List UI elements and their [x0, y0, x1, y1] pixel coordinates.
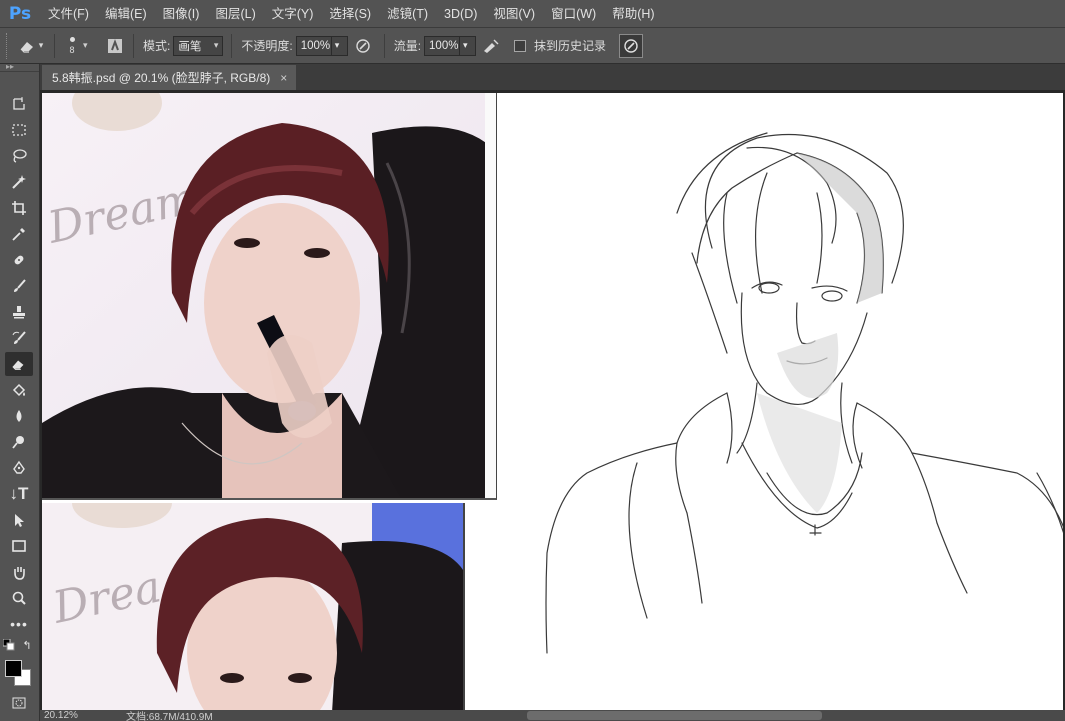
blur-tool-icon[interactable]: [5, 404, 33, 428]
mode-value: 画笔: [178, 40, 202, 53]
pressure-opacity-icon[interactable]: [348, 38, 378, 54]
horizontal-scrollbar-thumb[interactable]: [527, 711, 822, 720]
type-tool-glyph: ↓T: [9, 484, 29, 503]
options-bar: ▾ 8 ▾ 模式: 画笔 ▾ 不透明度: 100% ▾ 流量: 100% ▾ 抹…: [0, 28, 1065, 64]
history-brush-tool-icon[interactable]: [5, 326, 33, 350]
move-tool-icon[interactable]: [5, 92, 33, 116]
marquee-tool-icon[interactable]: [5, 118, 33, 142]
menu-file[interactable]: 文件(F): [40, 0, 97, 28]
menu-select[interactable]: 选择(S): [321, 0, 379, 28]
flow-label: 流量:: [393, 39, 422, 53]
flow-dropdown[interactable]: ▾: [460, 35, 477, 56]
hand-tool-icon[interactable]: [5, 560, 33, 584]
separator: [54, 33, 55, 58]
menu-view[interactable]: 视图(V): [485, 0, 543, 28]
document-tab-title: 5.8韩振.psd @ 20.1% (脸型脖子, RGB/8): [52, 71, 271, 85]
document-tab[interactable]: 5.8韩振.psd @ 20.1% (脸型脖子, RGB/8) ×: [42, 65, 296, 90]
paint-bucket-tool-icon[interactable]: [5, 378, 33, 402]
swap-glyph: ↰: [22, 639, 32, 652]
close-icon[interactable]: ×: [280, 71, 287, 85]
brush-size-value: 8: [69, 44, 75, 55]
magic-wand-tool-icon[interactable]: [5, 170, 33, 194]
status-bar: 20.12% 文档:68.7M/410.9M: [40, 710, 1065, 721]
brush-tool-icon[interactable]: [5, 274, 33, 298]
pen-tool-icon[interactable]: [5, 456, 33, 480]
opacity-value: 100%: [300, 39, 331, 52]
document-tab-bar: 5.8韩振.psd @ 20.1% (脸型脖子, RGB/8) ×: [40, 64, 1065, 90]
ellipsis-glyph: •••: [10, 616, 28, 632]
canvas-area: Dream Drea: [40, 90, 1065, 710]
flow-input[interactable]: 100%: [424, 35, 461, 56]
foreground-color-swatch[interactable]: [5, 660, 22, 677]
path-selection-tool-icon[interactable]: [5, 508, 33, 532]
eraser-tool-icon[interactable]: [5, 352, 33, 376]
options-grip[interactable]: [6, 32, 14, 59]
more-tools-icon[interactable]: •••: [5, 612, 33, 636]
erase-to-history-checkbox[interactable]: [514, 39, 527, 52]
eraser-tool-preset-icon[interactable]: ▾: [14, 39, 48, 53]
zoom-tool-icon[interactable]: [5, 586, 33, 610]
opacity-input[interactable]: 100%: [295, 35, 332, 56]
tools-panel: ▸▸ ↓T ••• ↰: [0, 63, 40, 721]
default-colors-icon[interactable]: [2, 638, 16, 652]
eyedropper-tool-icon[interactable]: [5, 222, 33, 246]
mode-label: 模式:: [143, 39, 171, 53]
app-logo[interactable]: Ps: [0, 0, 40, 28]
pressure-size-button[interactable]: [619, 33, 644, 58]
mode-select[interactable]: 画笔 ▾: [173, 35, 224, 56]
menu-filter[interactable]: 滤镜(T): [379, 0, 436, 28]
crop-tool-icon[interactable]: [5, 196, 33, 220]
quick-mask-icon[interactable]: [5, 694, 33, 712]
type-tool-icon[interactable]: ↓T: [5, 482, 33, 506]
pressure-size-icon: [624, 38, 638, 53]
rectangle-tool-icon[interactable]: [5, 534, 33, 558]
zoom-level[interactable]: 20.12%: [44, 710, 122, 721]
menu-layer[interactable]: 图层(L): [207, 0, 263, 28]
menu-type[interactable]: 文字(Y): [264, 0, 322, 28]
menu-edit[interactable]: 编辑(E): [97, 0, 155, 28]
lasso-tool-icon[interactable]: [5, 144, 33, 168]
tools-grip[interactable]: ▸▸: [0, 63, 39, 72]
document-canvas[interactable]: Dream Drea: [42, 93, 1063, 710]
healing-brush-tool-icon[interactable]: [5, 248, 33, 272]
opacity-label: 不透明度:: [241, 39, 293, 53]
reference-photo-top: Dream: [42, 93, 497, 500]
chevron-down-icon: ▾: [334, 40, 340, 50]
flow-value: 100%: [429, 39, 459, 52]
brush-dot-icon: [69, 36, 75, 42]
menu-bar: Ps 文件(F) 编辑(E) 图像(I) 图层(L) 文字(Y) 选择(S) 滤…: [0, 0, 1065, 28]
reference-photo-bottom: Drea: [42, 503, 465, 710]
separator: [133, 33, 134, 58]
menu-image[interactable]: 图像(I): [155, 0, 208, 28]
separator: [383, 33, 385, 58]
chevron-down-icon: ▾: [83, 40, 88, 50]
dodge-tool-icon[interactable]: [5, 430, 33, 454]
chevron-down-icon: ▾: [463, 40, 468, 50]
sketch-layer: [545, 132, 1063, 654]
airbrush-icon[interactable]: [476, 38, 506, 54]
menu-help[interactable]: 帮助(H): [604, 0, 662, 28]
opacity-dropdown[interactable]: ▾: [331, 35, 348, 56]
stamp-tool-icon[interactable]: [5, 300, 33, 324]
brush-panel-toggle-icon[interactable]: [103, 38, 127, 54]
swap-colors-icon[interactable]: ↰: [20, 638, 34, 652]
document-size-info[interactable]: 文档:68.7M/410.9M: [126, 710, 213, 721]
chevron-down-icon: ▾: [213, 40, 219, 50]
brush-size-picker[interactable]: 8 ▾: [61, 36, 103, 55]
erase-to-history-label: 抹到历史记录: [534, 39, 607, 53]
menu-3d[interactable]: 3D(D): [436, 0, 485, 28]
separator: [231, 33, 233, 58]
menu-window[interactable]: 窗口(W): [543, 0, 604, 28]
